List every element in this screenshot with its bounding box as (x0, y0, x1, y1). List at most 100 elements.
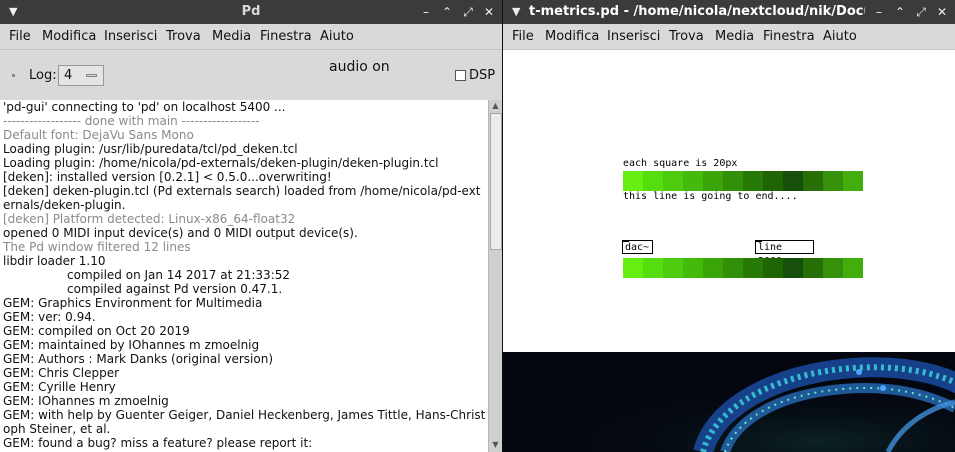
shade-icon[interactable]: ⌃ (891, 3, 909, 21)
menu-finestra[interactable]: Finestra (260, 29, 312, 44)
maximize-icon[interactable]: ⤢ (912, 3, 930, 21)
menu-finestra[interactable]: Finestra (763, 29, 815, 44)
log-level-select[interactable]: 4 (58, 65, 104, 86)
color-square (663, 258, 683, 278)
pd-titlebar[interactable]: ▼ Pd – ⌃ ⤢ ✕ (0, 0, 502, 24)
color-square (703, 171, 723, 191)
console-line: [deken]: installed version [0.2.1] < 0.5… (3, 170, 332, 184)
color-strip-bottom (623, 258, 863, 278)
color-square (803, 171, 823, 191)
color-square (743, 258, 763, 278)
color-square (843, 171, 863, 191)
gem-render-window (503, 352, 955, 452)
pd-main-window: ▼ Pd – ⌃ ⤢ ✕ File Modifica Inserisci Tro… (0, 0, 502, 452)
log-level-value: 4 (64, 68, 73, 83)
menu-inserisci[interactable]: Inserisci (607, 29, 660, 44)
color-square (843, 258, 863, 278)
inlet[interactable] (622, 240, 629, 242)
console-line: opened 0 MIDI input device(s) and 0 MIDI… (3, 226, 358, 240)
scroll-up-icon[interactable]: ▲ (490, 101, 501, 111)
patch-menubar: File Modifica Inserisci Trova Media Fine… (503, 24, 955, 50)
menu-aiuto[interactable]: Aiuto (320, 29, 354, 44)
console-line: GEM: Graphics Environment for Multimedia (3, 296, 263, 310)
menu-modifica[interactable]: Modifica (545, 29, 599, 44)
color-square (783, 171, 803, 191)
menu-media[interactable]: Media (212, 29, 251, 44)
dot-icon (12, 74, 15, 77)
console-line: compiled against Pd version 0.47.1. (67, 282, 283, 296)
minimize-icon[interactable]: – (417, 3, 435, 21)
dsp-label: DSP (469, 68, 496, 83)
comment-square-size: each square is 20px (623, 158, 738, 169)
scroll-thumb[interactable] (490, 113, 502, 250)
color-square (763, 171, 783, 191)
inlet[interactable] (755, 240, 762, 242)
console-line: [deken] deken-plugin.tcl (Pd externals s… (3, 184, 481, 198)
color-square (663, 171, 683, 191)
menu-file[interactable]: File (9, 29, 31, 44)
color-square (783, 258, 803, 278)
close-icon[interactable]: ✕ (480, 3, 498, 21)
gem-render-image (503, 352, 955, 452)
menu-file[interactable]: File (512, 29, 534, 44)
menu-inserisci[interactable]: Inserisci (104, 29, 157, 44)
console-line: 'pd-gui' connecting to 'pd' on localhost… (3, 100, 286, 114)
console-line: compiled on Jan 14 2017 at 21:33:52 (67, 268, 291, 282)
color-square (723, 171, 743, 191)
menu-modifica[interactable]: Modifica (42, 29, 96, 44)
dsp-checkbox[interactable] (455, 70, 466, 81)
console-line: GEM: compiled on Oct 20 2019 (3, 324, 190, 338)
console-line: GEM: Chris Clepper (3, 366, 120, 380)
close-icon[interactable]: ✕ (933, 3, 951, 21)
color-square (703, 258, 723, 278)
menu-media[interactable]: Media (715, 29, 754, 44)
console-line: libdir loader 1.10 (3, 254, 106, 268)
shade-icon[interactable]: ⌃ (438, 3, 456, 21)
menu-aiuto[interactable]: Aiuto (823, 29, 857, 44)
console-line: GEM: IOhannes m zmoelnig (3, 394, 169, 408)
patch-window-title: t-metrics.pd - /home/nicola/nextcloud/ni… (529, 4, 865, 19)
maximize-icon[interactable]: ⤢ (459, 3, 477, 21)
audio-status: audio on (329, 59, 390, 75)
console-line: GEM: Cyrille Henry (3, 380, 116, 394)
console-line: ernals/deken-plugin. (3, 198, 126, 212)
color-square (823, 171, 843, 191)
color-square (643, 258, 663, 278)
pd-toolbar: Log: 4 audio on DSP (0, 50, 502, 99)
menu-trova[interactable]: Trova (166, 29, 201, 44)
window-menu-icon[interactable]: ▼ (512, 5, 520, 18)
console-line: GEM: found a bug? miss a feature? please… (3, 436, 313, 450)
log-label: Log: (29, 68, 57, 83)
color-strip-top (623, 171, 863, 191)
color-square (643, 171, 663, 191)
scroll-down-icon[interactable]: ▼ (490, 440, 501, 450)
console-line: GEM: with help by Guenter Geiger, Daniel… (3, 408, 486, 422)
console-log[interactable]: 'pd-gui' connecting to 'pd' on localhost… (0, 100, 488, 452)
menu-trova[interactable]: Trova (669, 29, 704, 44)
color-square (803, 258, 823, 278)
color-square (743, 171, 763, 191)
console-line: GEM: ver: 0.94. (3, 310, 96, 324)
minimize-icon[interactable]: – (870, 3, 888, 21)
console-line: The Pd window filtered 12 lines (3, 240, 191, 254)
patch-titlebar[interactable]: ▼ t-metrics.pd - /home/nicola/nextcloud/… (503, 0, 955, 24)
color-square (823, 258, 843, 278)
color-square (683, 171, 703, 191)
color-square (723, 258, 743, 278)
object-dac[interactable]: dac~ (622, 240, 653, 254)
object-dac-label: dac~ (625, 242, 650, 253)
object-line[interactable]: line 2000 (755, 240, 814, 267)
patch-canvas[interactable]: each square is 20px this line is going t… (503, 50, 955, 352)
console-line: [deken] Platform detected: Linux-x86_64-… (3, 212, 296, 226)
comment-line-end: this line is going to end.... (623, 191, 798, 202)
console-line: oph Steiner, et al. (3, 422, 111, 436)
patch-window: ▼ t-metrics.pd - /home/nicola/nextcloud/… (503, 0, 955, 452)
console-scrollbar[interactable]: ▲ ▼ (488, 100, 502, 452)
color-square (683, 258, 703, 278)
console-line: Loading plugin: /usr/lib/puredata/tcl/pd… (3, 142, 298, 156)
pd-menubar: File Modifica Inserisci Trova Media Fine… (0, 24, 502, 50)
color-square (763, 258, 783, 278)
console-line: GEM: maintained by IOhannes m zmoelnig (3, 338, 260, 352)
color-square (623, 258, 643, 278)
dropdown-icon (86, 74, 97, 77)
